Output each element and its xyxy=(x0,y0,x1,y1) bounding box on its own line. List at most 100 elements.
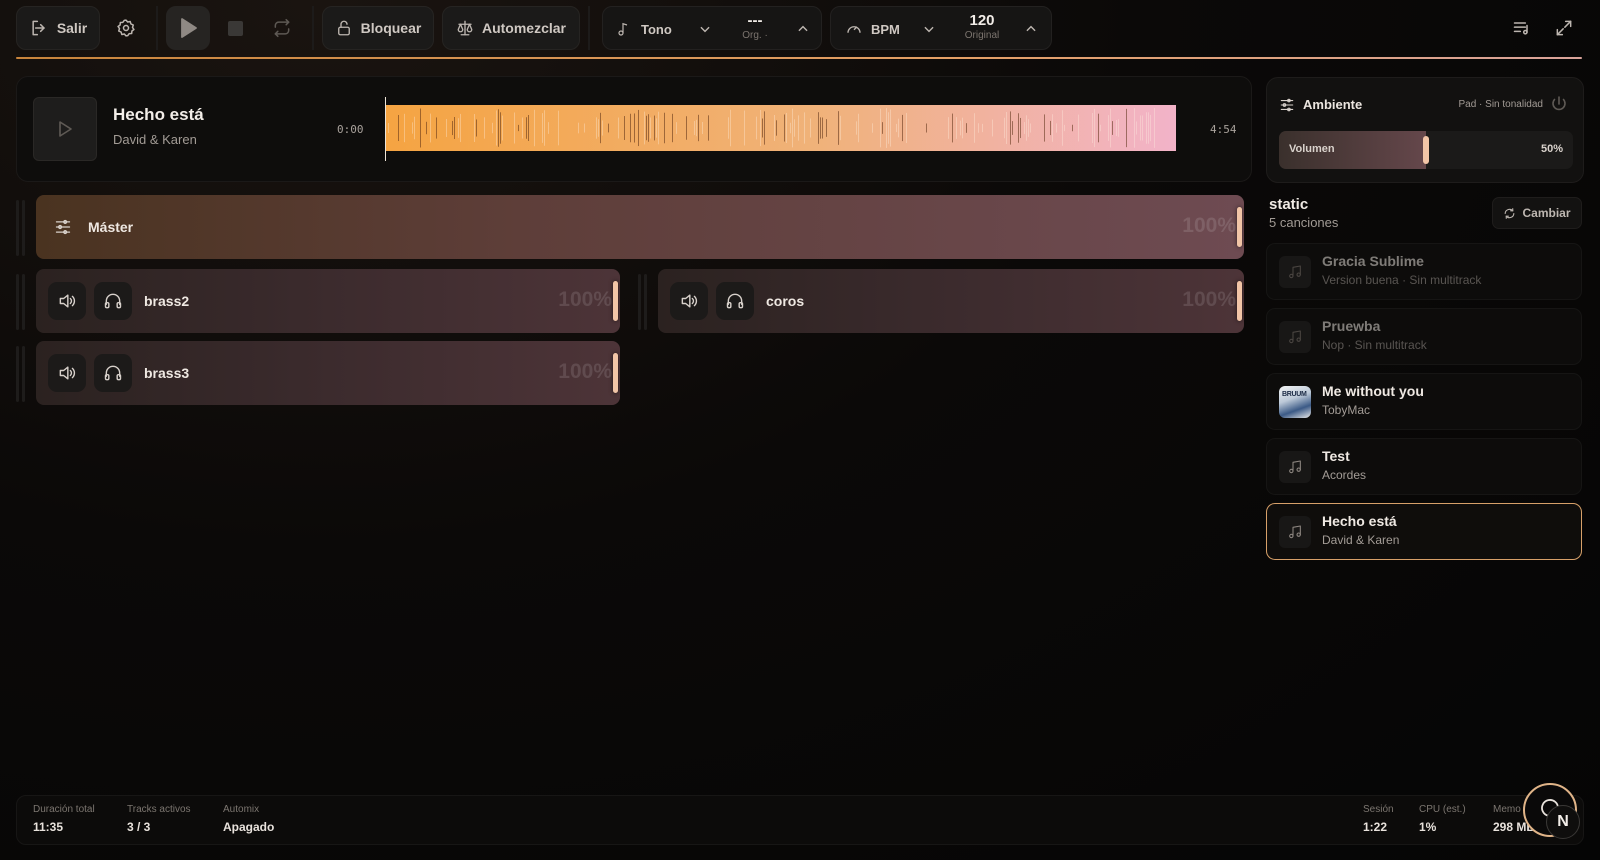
gauge-icon xyxy=(847,26,861,33)
solo-button[interactable] xyxy=(94,354,132,392)
stat-value: 1:22 xyxy=(1363,820,1388,834)
avatar-letter: N xyxy=(1557,813,1569,830)
track-volume-handle[interactable] xyxy=(1237,281,1242,321)
stat-label: Automix xyxy=(223,804,260,815)
bpm-up-button[interactable] xyxy=(1017,7,1045,51)
master-track-level: 100% xyxy=(1182,214,1236,237)
stat-label: CPU (est.) xyxy=(1419,804,1466,815)
mute-button[interactable] xyxy=(670,282,708,320)
track-drag-handle[interactable] xyxy=(16,346,26,402)
ambient-panel: Ambiente Pad · Sin tonalidad Volumen 50% xyxy=(1266,77,1584,183)
fullscreen-button[interactable] xyxy=(1546,6,1582,50)
stat-label: Sesión xyxy=(1363,804,1394,815)
track-coros[interactable]: coros 100% xyxy=(658,269,1244,333)
track-drag-handle[interactable] xyxy=(638,274,648,330)
lock-button[interactable]: Bloquear xyxy=(322,6,434,50)
change-setlist-button[interactable]: Cambiar xyxy=(1492,197,1582,229)
track-volume-handle[interactable] xyxy=(613,353,618,393)
automix-button[interactable]: Automezclar xyxy=(442,6,580,50)
chevron-up-icon xyxy=(1026,25,1036,32)
mute-button[interactable] xyxy=(48,282,86,320)
setlist-item-active[interactable]: Hecho está David & Karen xyxy=(1266,503,1582,560)
exit-icon xyxy=(32,20,45,36)
track-drag-handle[interactable] xyxy=(16,274,26,330)
bpm-down-button[interactable] xyxy=(915,7,943,51)
waveform[interactable] xyxy=(386,105,1176,151)
automix-label: Automezclar xyxy=(481,20,567,36)
stat-tracks: Tracks activos 3 / 3 xyxy=(127,804,191,834)
time-total: 4:54 xyxy=(1210,123,1237,136)
track-level: 100% xyxy=(558,288,612,311)
profile-avatar[interactable]: N xyxy=(1546,805,1580,839)
power-icon xyxy=(1552,96,1566,111)
track-brass3[interactable]: brass3 100% xyxy=(36,341,620,405)
track-name: brass3 xyxy=(144,365,190,381)
status-footer: Duración total 11:35 Tracks activos 3 / … xyxy=(16,795,1584,845)
ambient-power-button[interactable] xyxy=(1547,92,1571,116)
time-current: 0:00 xyxy=(337,123,364,136)
bpm-label-area: BPM xyxy=(845,7,900,51)
stat-value: 3 / 3 xyxy=(127,820,151,834)
song-item-subtitle: Nop · Sin multitrack xyxy=(1322,338,1427,352)
balance-scale-icon xyxy=(457,20,473,36)
play-icon xyxy=(181,18,197,38)
exit-button[interactable]: Salir xyxy=(16,6,100,50)
track-level: 100% xyxy=(558,360,612,383)
stop-icon xyxy=(227,20,243,36)
key-label: Tono xyxy=(641,21,672,37)
stat-value: 11:35 xyxy=(33,820,64,834)
cover-play-button[interactable] xyxy=(33,97,97,161)
speaker-icon xyxy=(59,366,76,380)
music-note-icon xyxy=(1289,460,1301,474)
lock-icon xyxy=(337,20,350,36)
settings-button[interactable] xyxy=(108,6,144,50)
song-icon xyxy=(1279,451,1311,483)
music-note-icon xyxy=(618,22,628,36)
speaker-icon xyxy=(59,294,76,308)
expand-icon xyxy=(1556,20,1572,36)
song-title: Hecho está xyxy=(113,105,204,124)
chevron-up-icon xyxy=(798,25,808,32)
playhead[interactable] xyxy=(385,97,386,161)
volume-knob[interactable] xyxy=(1423,136,1429,164)
master-drag-handle[interactable] xyxy=(16,200,26,256)
play-button[interactable] xyxy=(166,6,210,50)
master-track[interactable]: Máster 100% xyxy=(36,195,1244,259)
key-control: Tono --- Org. · xyxy=(602,6,822,50)
sliders-icon xyxy=(1280,98,1294,112)
song-icon xyxy=(1279,256,1311,288)
key-down-button[interactable] xyxy=(691,7,719,51)
mute-button[interactable] xyxy=(48,354,86,392)
track-volume-handle[interactable] xyxy=(613,281,618,321)
setlist-item[interactable]: Gracia Sublime Version buena · Sin multi… xyxy=(1266,243,1582,300)
playlist-button[interactable] xyxy=(1504,6,1540,50)
stop-button[interactable] xyxy=(220,6,250,50)
song-artist: David & Karen xyxy=(113,132,197,147)
ambient-title: Ambiente xyxy=(1303,97,1363,112)
play-outline-icon xyxy=(59,121,72,137)
master-volume-handle[interactable] xyxy=(1237,207,1242,247)
setlist-item[interactable]: Pruewba Nop · Sin multitrack xyxy=(1266,308,1582,365)
key-label-area: Tono xyxy=(617,7,672,51)
loop-button[interactable] xyxy=(264,6,300,50)
toolbar-divider xyxy=(156,6,158,50)
song-item-subtitle: Version buena · Sin multitrack xyxy=(1322,273,1482,287)
song-item-title: Pruewba xyxy=(1322,318,1381,334)
stat-cpu: CPU (est.) 1% xyxy=(1419,804,1466,834)
key-readout: --- Org. · xyxy=(731,13,779,43)
track-name: brass2 xyxy=(144,293,190,309)
bpm-readout: 120 Original xyxy=(955,13,1009,43)
stat-value: Apagado xyxy=(223,820,275,834)
setlist-item[interactable]: BRUUM Me without you TobyMac xyxy=(1266,373,1582,430)
master-track-name: Máster xyxy=(88,219,134,235)
solo-button[interactable] xyxy=(94,282,132,320)
solo-button[interactable] xyxy=(716,282,754,320)
setlist-item[interactable]: Test Acordes xyxy=(1266,438,1582,495)
chevron-down-icon xyxy=(700,26,710,33)
setlist-count: 5 canciones xyxy=(1269,215,1339,230)
music-note-icon xyxy=(1289,265,1301,279)
key-up-button[interactable] xyxy=(789,7,817,51)
track-brass2[interactable]: brass2 100% xyxy=(36,269,620,333)
change-setlist-label: Cambiar xyxy=(1522,206,1571,220)
ambient-volume-slider[interactable]: Volumen 50% xyxy=(1279,131,1573,169)
